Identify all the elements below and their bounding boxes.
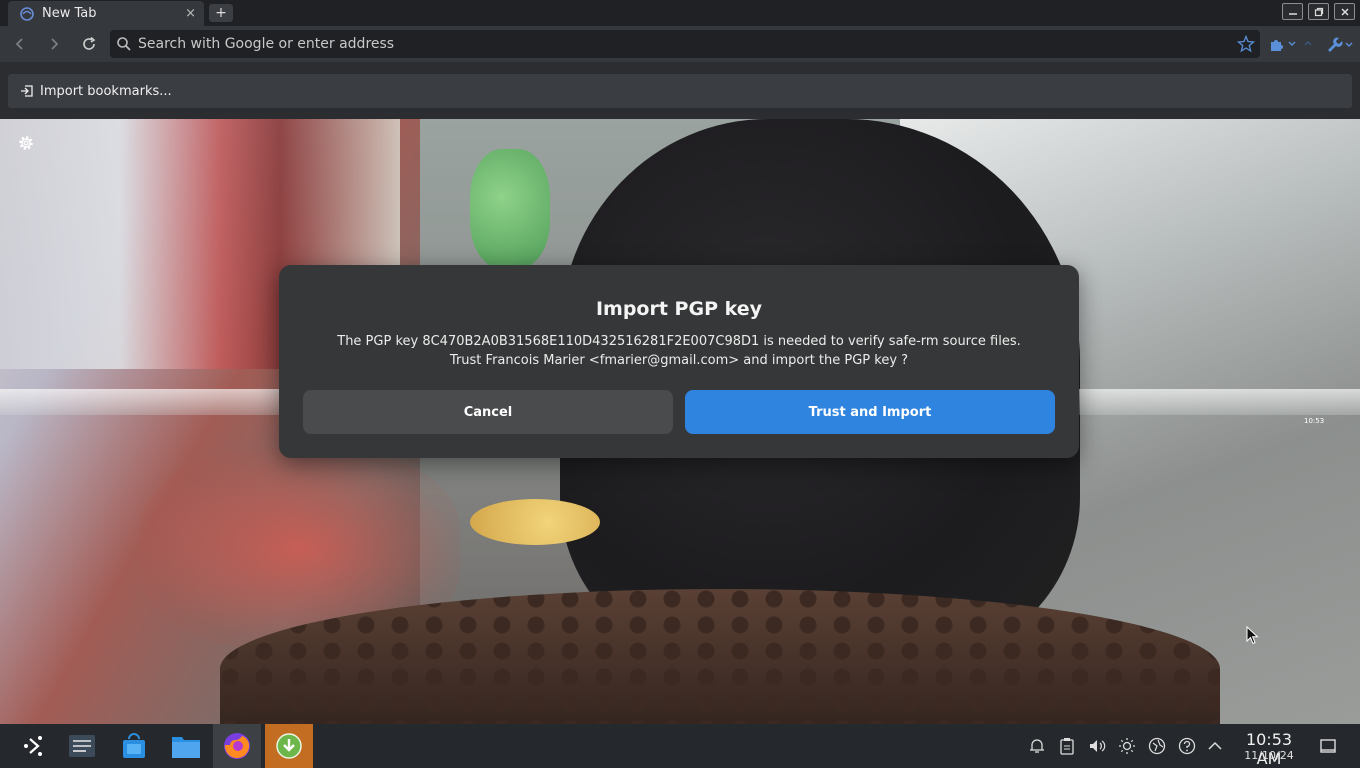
bookmark-page-button[interactable] — [1236, 34, 1256, 54]
extensions-button[interactable] — [1268, 34, 1298, 54]
tools-menu-button[interactable] — [1324, 34, 1354, 54]
system-settings-task[interactable] — [58, 724, 106, 768]
dialog-message-line-2: Trust Francois Marier <fmarier@gmail.com… — [449, 353, 909, 368]
firefox-icon — [224, 733, 250, 759]
clipboard-button[interactable] — [1057, 736, 1077, 756]
minimize-icon — [1288, 12, 1297, 15]
minimize-window-button[interactable] — [1282, 3, 1303, 20]
reload-icon — [83, 36, 96, 50]
close-tab-icon[interactable]: × — [185, 6, 196, 21]
clipboard-icon — [1060, 738, 1074, 755]
app-launcher-button[interactable] — [10, 724, 58, 768]
firefox-favicon-icon — [20, 6, 34, 21]
dialog-message-line-1: The PGP key 8C470B2A0B31568E110D43251628… — [337, 334, 1021, 349]
trust-and-import-button[interactable]: Trust and Import — [685, 390, 1055, 434]
forward-button[interactable] — [44, 34, 64, 54]
address-bar[interactable] — [110, 30, 1260, 58]
new-tab-button[interactable]: + — [209, 4, 233, 22]
wallpaper-fish-toy — [470, 499, 600, 545]
bookmarks-toolbar-inner: Import bookmarks... — [8, 74, 1352, 108]
tray-expand-icon — [1208, 741, 1222, 750]
restore-window-button[interactable] — [1308, 3, 1329, 20]
back-arrow-icon — [15, 38, 23, 50]
wrench-icon — [1328, 37, 1353, 52]
clock-date[interactable]: 11/10/24 — [1232, 749, 1306, 762]
brightness-icon — [1119, 738, 1135, 754]
tray-expand-button[interactable] — [1205, 736, 1225, 756]
notifications-icon — [1030, 739, 1044, 753]
download-manager-icon — [276, 733, 302, 759]
brightness-button[interactable] — [1117, 736, 1137, 756]
network-icon — [1148, 737, 1166, 755]
bookmarks-toolbar: Import bookmarks... — [0, 62, 1360, 119]
discover-store-task[interactable] — [110, 724, 158, 768]
firefox-task[interactable] — [213, 724, 261, 768]
url-input[interactable] — [138, 36, 1218, 52]
reload-button[interactable] — [79, 34, 99, 54]
show-desktop-button[interactable] — [1318, 736, 1338, 756]
extension-icon — [1271, 40, 1296, 51]
close-icon — [1340, 7, 1349, 16]
app-launcher-icon — [24, 736, 42, 756]
import-icon — [21, 85, 33, 97]
navigation-toolbar — [0, 26, 1360, 62]
volume-icon — [1090, 740, 1106, 752]
system-settings-icon — [69, 735, 95, 757]
restore-icon — [1314, 7, 1323, 16]
import-bookmarks-button[interactable]: Import bookmarks... — [20, 84, 172, 99]
help-button[interactable] — [1177, 736, 1197, 756]
network-button[interactable] — [1147, 736, 1167, 756]
volume-button[interactable] — [1087, 736, 1107, 756]
forward-arrow-icon — [51, 38, 59, 50]
import-bookmarks-label: Import bookmarks... — [40, 83, 172, 99]
gear-icon[interactable] — [16, 133, 36, 153]
desktop-clock-time: 10:53 — [1304, 417, 1325, 425]
download-manager-task[interactable] — [265, 724, 313, 768]
show-desktop-icon — [1320, 739, 1336, 753]
dialog-message: The PGP key 8C470B2A0B31568E110D43251628… — [279, 332, 1079, 370]
file-manager-icon — [172, 737, 200, 758]
mouse-pointer-icon — [1246, 626, 1259, 645]
tab-strip: New Tab × + — [0, 0, 1360, 26]
dialog-title: Import PGP key — [595, 298, 763, 320]
desktop-clock-widget: 10:53 — [1304, 417, 1324, 425]
bookmark-star-icon — [1237, 35, 1255, 53]
import-pgp-key-dialog: Import PGP key The PGP key 8C470B2A0B315… — [279, 265, 1079, 458]
tab-title: New Tab — [42, 6, 97, 21]
taskbar: 10:53 AM 11/10/24 — [0, 724, 1360, 768]
close-window-button[interactable] — [1334, 3, 1355, 20]
toolbar-overflow-button[interactable] — [1302, 34, 1314, 54]
cancel-button[interactable]: Cancel — [303, 390, 673, 434]
search-icon — [117, 37, 131, 51]
discover-store-icon — [123, 733, 145, 758]
plus-icon: + — [215, 5, 227, 21]
wallpaper-green-toy — [470, 149, 550, 269]
back-button[interactable] — [10, 34, 30, 54]
notifications-button[interactable] — [1027, 736, 1047, 756]
overflow-chevron-icon — [1304, 41, 1312, 46]
file-manager-task[interactable] — [162, 724, 210, 768]
help-icon — [1178, 737, 1196, 755]
browser-tab[interactable]: New Tab × — [8, 1, 204, 26]
